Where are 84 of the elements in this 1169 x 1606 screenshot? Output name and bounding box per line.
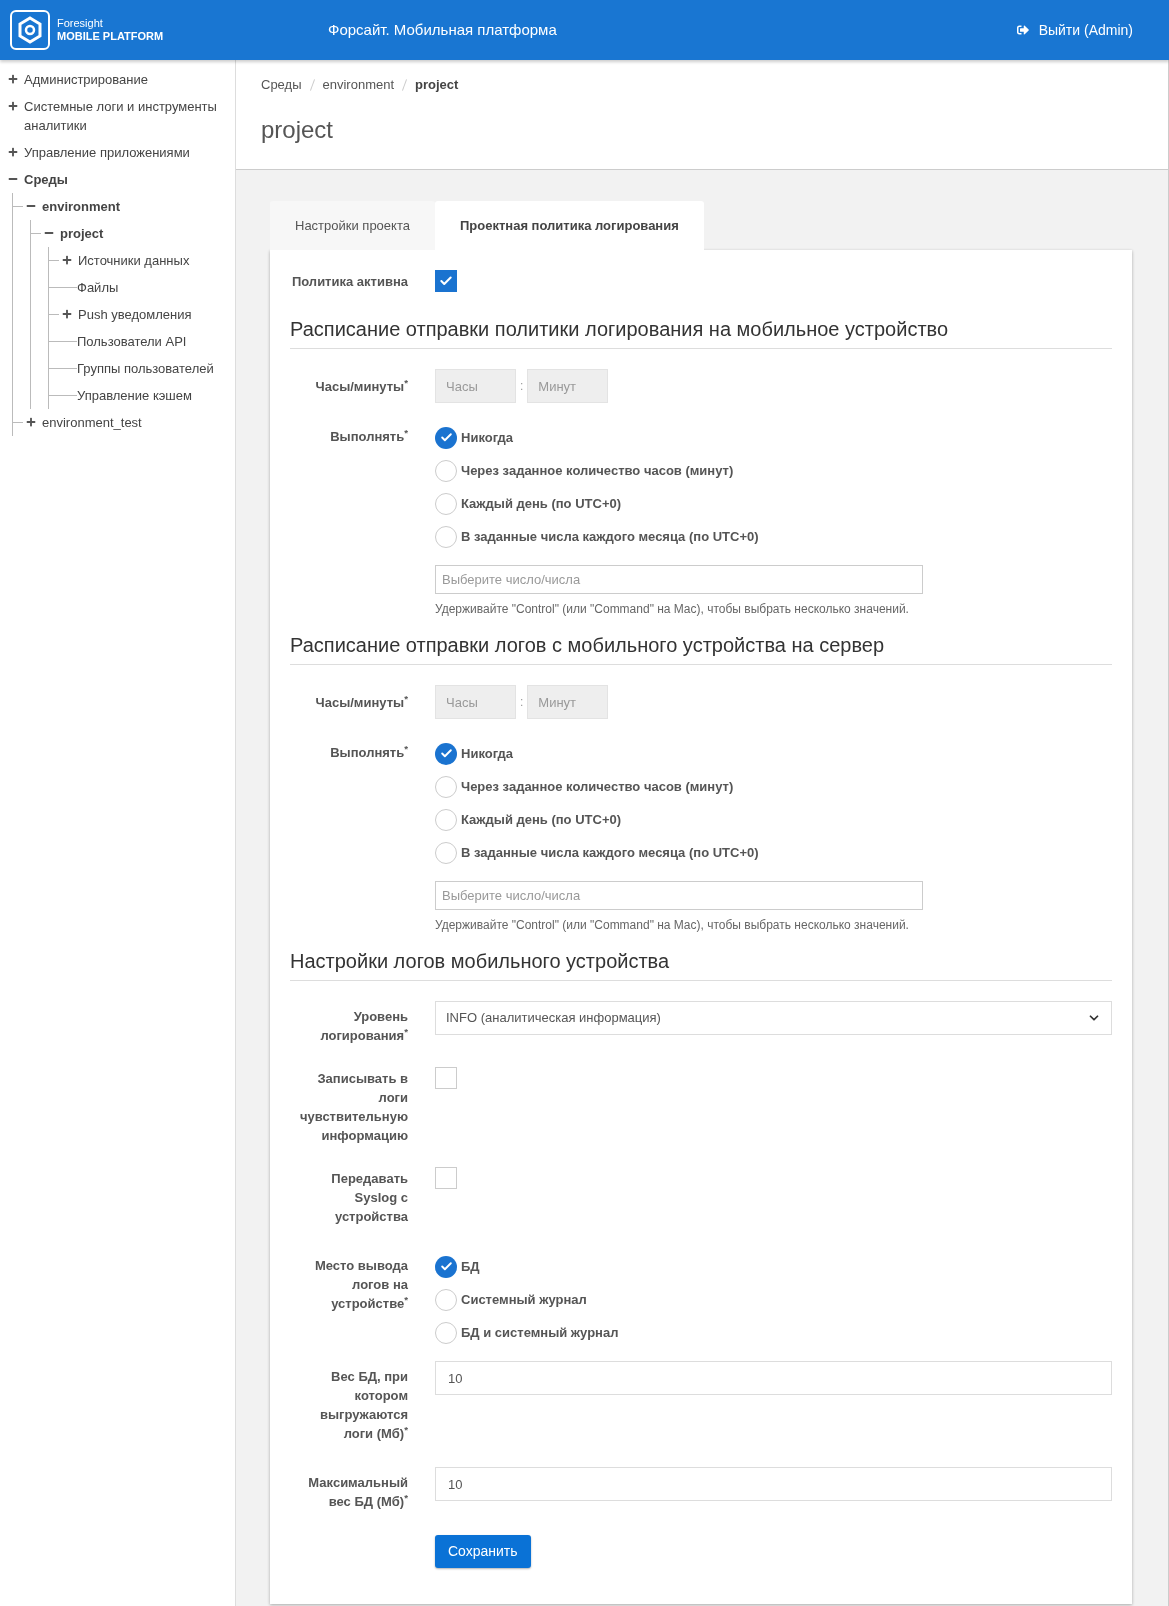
check-icon [439,431,453,444]
radio-label: БД [461,1257,480,1276]
radio-label: Никогда [461,428,514,447]
tree-item[interactable]: environment_test [42,413,142,432]
tree-item[interactable]: Файлы [77,278,119,297]
checkbox[interactable] [435,1167,457,1189]
breadcrumb: project [415,76,459,94]
expand-icon[interactable] [8,101,18,111]
section-heading: Расписание отправки политики логирования на мобильное устройство [290,316,1112,349]
check-icon [439,747,453,760]
page-title: project [261,114,335,145]
number-field[interactable]: 10 [435,1361,1112,1395]
field-label: Вес БД, при котором выгружаются логи (Мб)$^{*}$ [318,1368,408,1443]
breadcrumb[interactable]: Среды [261,75,302,95]
check-icon [439,274,453,288]
radio-button[interactable] [435,459,457,482]
field-label: Часы/минуты$^{*}$ [314,376,408,396]
section-heading: Расписание отправки логов с мобильного устройства на сервер [290,632,1112,665]
radio-label: Каждый день (по UTC+0) [461,810,622,829]
radio-button[interactable] [435,775,457,798]
check-icon [439,1260,453,1273]
radio-label: Системный журнал [461,1290,587,1309]
field-label: Уровень логирования$^{*}$ [319,1008,408,1045]
help-text: Удерживайте "Control" (или "Command" на Mac), чтобы выбрать несколько значений. [435,917,910,934]
field-label: Выполнять$^{*}$ [329,743,408,762]
field-label: Передавать Syslog с устройства [330,1170,408,1226]
logout-icon [1016,24,1029,36]
tab[interactable]: Проектная политика логирования [434,201,704,250]
tree-item[interactable]: Среды [24,170,68,189]
tab[interactable]: Настройки проекта [270,201,435,250]
breadcrumb[interactable]: environment [322,75,395,95]
radio-label: Через заданное количество часов (минут) [461,777,734,796]
radio-button[interactable] [435,1288,457,1311]
field-label: Максимальный вес БД (Мб)$^{*}$ [307,1474,408,1511]
level-select[interactable]: INFO (аналитическая информация) [435,1001,1112,1035]
tree-item[interactable]: Управление кэшем [77,386,192,405]
checkbox[interactable] [435,1067,457,1089]
checkbox[interactable] [435,270,457,292]
expand-icon[interactable] [26,417,36,427]
logo-icon [10,10,50,50]
radio-label: В заданные числа каждого месяца (по UTC+0) [461,843,759,862]
logo-title: MOBILE PLATFORM [57,30,164,43]
expand-icon[interactable] [8,74,18,84]
number-field[interactable]: 10 [435,1467,1112,1501]
radio-selected[interactable] [435,426,457,449]
tree-item[interactable]: project [60,224,104,243]
tree-item[interactable]: Пользователи API [77,332,187,351]
field-label: Записывать в логи чувствительную информацию [298,1070,408,1145]
expand-icon[interactable] [62,255,72,265]
radio-button[interactable] [435,525,457,548]
section-heading: Настройки логов мобильного устройства [290,948,1112,981]
expand-icon[interactable] [62,309,72,319]
tree-item[interactable]: Администрирование [24,70,148,89]
field-label: Место вывода логов на устройстве$^{*}$ [313,1257,408,1313]
tree-item[interactable]: Источники данных [78,251,190,270]
radio-label: В заданные числа каждого месяца (по UTC+0) [461,527,759,546]
expand-icon[interactable] [8,147,18,157]
help-text: Удерживайте "Control" (или "Command" на Mac), чтобы выбрать несколько значений. [435,601,910,618]
radio-button[interactable] [435,1321,457,1344]
tree-item[interactable]: Push уведомления [78,305,192,324]
field-label: Часы/минуты$^{*}$ [314,692,408,712]
app-title: Форсайт. Мобильная платформа [328,19,558,40]
radio-label: Через заданное количество часов (минут) [461,461,734,480]
field-label: Политика активна [290,273,408,291]
tree-item[interactable]: Управление приложениями [24,143,190,162]
field-label: Выполнять$^{*}$ [329,427,408,446]
days-select[interactable]: Выберите число/числа [435,881,923,910]
days-select[interactable]: Выберите число/числа [435,565,923,594]
tree-item[interactable]: Системные логи и инструменты аналитики [24,97,235,135]
radio-button[interactable] [435,808,457,831]
logo-subtitle: Foresight [57,17,104,30]
radio-selected[interactable] [435,1255,457,1278]
tree-item[interactable]: Группы пользователей [77,359,214,378]
time-separator: : [520,694,524,711]
radio-selected[interactable] [435,742,457,765]
tree-item[interactable]: environment [42,197,120,216]
radio-label: Каждый день (по UTC+0) [461,494,622,513]
logout-button[interactable]: Выйти (Admin) [1016,19,1133,41]
time-separator: : [520,378,524,395]
radio-button[interactable] [435,492,457,515]
save-button[interactable]: Сохранить [435,1535,531,1568]
radio-button[interactable] [435,841,457,864]
radio-label: Никогда [461,744,514,763]
radio-label: БД и системный журнал [461,1323,619,1342]
